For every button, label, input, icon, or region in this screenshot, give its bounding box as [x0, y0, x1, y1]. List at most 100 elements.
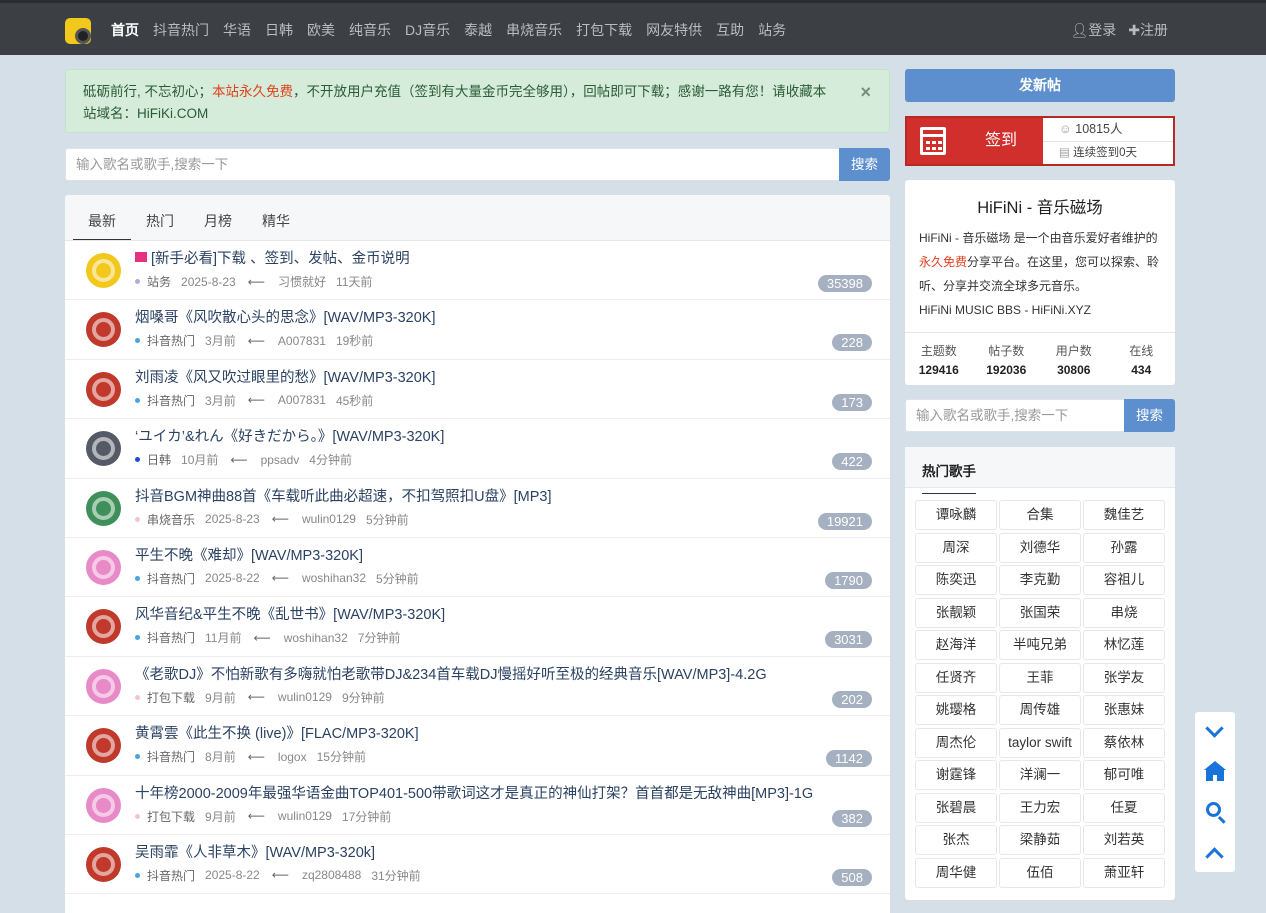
login-link[interactable]: 👤︎登录	[1070, 20, 1116, 40]
singer-tag[interactable]: 张杰	[915, 825, 997, 855]
nav-item[interactable]: 首页	[111, 20, 139, 40]
singer-tag[interactable]: 半吨兄弟	[999, 630, 1081, 660]
search-input[interactable]: 输入歌名或歌手,搜索一下	[65, 148, 839, 181]
thread-row[interactable]: 平生不晚《难却》[WAV/MP3-320K] 抖音热门 2025-8-22 ⟵ wosh…	[65, 538, 890, 598]
singer-tag[interactable]: 任夏	[1083, 792, 1165, 823]
singer-tag[interactable]: 梁静茹	[999, 825, 1081, 855]
nav-item[interactable]: 网友特供	[646, 20, 702, 40]
avatar[interactable]	[86, 253, 121, 288]
thread-category[interactable]: 抖音热门	[147, 570, 195, 587]
signin-box[interactable]: 签到 ☺ 10815人 ▤ 连续签到0天	[905, 116, 1175, 166]
singer-tag[interactable]: 合集	[999, 500, 1081, 530]
last-reply-user[interactable]: zq2808488	[302, 868, 361, 882]
tab-3[interactable]: 精华	[247, 195, 305, 240]
thread-row[interactable]: 黄霄雲《此生不换 (live)》[FLAC/MP3-320K] 抖音热门 8月前 ⟵ l…	[65, 716, 890, 776]
singer-tag[interactable]: 张国荣	[999, 597, 1081, 628]
search-float-button[interactable]	[1195, 792, 1235, 832]
thread-title-text[interactable]: 吴雨霏《人非草木》[WAV/MP3-320k]	[135, 845, 375, 861]
thread-row[interactable]: [新手必看]下载 、签到、发帖、金币说明 站务 2025-8-23 ⟵ 习惯就好 11天前…	[65, 241, 890, 301]
singer-tag[interactable]: 王力宏	[999, 792, 1081, 823]
thread-title[interactable]: 抖音BGM神曲88首《车载听此曲必超速，不扣驾照扣U盘》[MP3]	[135, 485, 552, 506]
tab-1[interactable]: 热门	[131, 195, 189, 240]
thread-row[interactable]: 《老歌DJ》不怕新歌有多嗨就怕老歌带DJ&234首车载DJ慢摇好听至极的经典音乐…	[65, 657, 890, 717]
singer-tag[interactable]: 周传雄	[999, 695, 1081, 725]
singer-tag[interactable]: 张惠妹	[1083, 695, 1165, 725]
thread-title-text[interactable]: 烟嗓哥《风吹散心头的思念》[WAV/MP3-320K]	[135, 310, 436, 326]
nav-item[interactable]: 日韩	[265, 20, 293, 40]
last-reply-user[interactable]: logox	[278, 750, 307, 764]
singer-tag[interactable]: 谭咏麟	[915, 500, 997, 530]
thread-title-text[interactable]: 十年榜2000-2009年最强华语金曲TOP401-500带歌词这才是真正的神仙…	[135, 786, 813, 802]
nav-item[interactable]: DJ音乐	[405, 20, 450, 40]
thread-category[interactable]: 抖音热门	[147, 629, 195, 646]
singer-tag[interactable]: 赵海洋	[915, 630, 997, 660]
close-icon[interactable]: ×	[860, 81, 871, 103]
last-reply-user[interactable]: A007831	[278, 393, 326, 407]
singer-tag[interactable]: 任贤齐	[915, 662, 997, 693]
singer-tag[interactable]: 陈奕迅	[915, 565, 997, 595]
singer-tag[interactable]: 周华健	[915, 857, 997, 888]
singer-tag[interactable]: 串烧	[1083, 597, 1165, 628]
thread-title[interactable]: 刘雨凌《风又吹过眼里的愁》[WAV/MP3-320K]	[135, 366, 436, 387]
thread-category[interactable]: 打包下载	[147, 808, 195, 825]
register-link[interactable]: ✚注册	[1128, 20, 1168, 40]
nav-item[interactable]: 泰越	[464, 20, 492, 40]
nav-item[interactable]: 抖音热门	[153, 20, 209, 40]
singer-tag[interactable]: 刘德华	[999, 532, 1081, 563]
singer-tag[interactable]: 姚璎格	[915, 695, 997, 725]
singer-tag[interactable]: 林忆莲	[1083, 630, 1165, 660]
avatar[interactable]	[86, 728, 121, 764]
avatar[interactable]	[86, 668, 121, 704]
site-logo[interactable]	[65, 18, 91, 44]
signin-label[interactable]: 签到	[959, 118, 1043, 164]
thread-title-text[interactable]: 黄霄雲《此生不换 (live)》[FLAC/MP3-320K]	[135, 726, 419, 742]
singer-tag[interactable]: 张碧晨	[915, 792, 997, 823]
thread-row[interactable]: 吴雨霏《人非草木》[WAV/MP3-320k] 抖音热门 2025-8-22 ⟵ zq2…	[65, 835, 890, 895]
last-reply-user[interactable]: wulin0129	[302, 512, 356, 526]
sidebar-search-input[interactable]: 输入歌名或歌手,搜索一下	[905, 399, 1124, 432]
singer-tag[interactable]: 周深	[915, 532, 997, 563]
new-post-button[interactable]: 发新帖	[905, 69, 1175, 102]
singer-tag[interactable]: 蔡依林	[1083, 727, 1165, 758]
singer-tag[interactable]: 张靓颖	[915, 597, 997, 628]
avatar[interactable]	[86, 787, 121, 823]
singer-tag[interactable]: 萧亚轩	[1083, 857, 1165, 888]
avatar[interactable]	[86, 609, 121, 645]
last-reply-user[interactable]: wulin0129	[278, 690, 332, 704]
thread-title[interactable]: ‘ユイカ’&れん《好きだから。》[WAV/MP3-320K]	[135, 425, 444, 446]
thread-row[interactable]: ‘ユイカ’&れん《好きだから。》[WAV/MP3-320K] 日韩 10月前 ⟵ pps…	[65, 419, 890, 479]
singer-tag[interactable]: 谢霆锋	[915, 760, 997, 790]
nav-item[interactable]: 互助	[716, 20, 744, 40]
singer-tag[interactable]: 孙露	[1083, 532, 1165, 563]
home-button[interactable]	[1195, 752, 1235, 792]
nav-item[interactable]: 欧美	[307, 20, 335, 40]
scroll-top-button[interactable]	[1195, 832, 1235, 872]
thread-category[interactable]: 串烧音乐	[147, 511, 195, 528]
avatar[interactable]	[86, 490, 121, 526]
avatar[interactable]	[86, 312, 121, 348]
avatar[interactable]	[86, 549, 121, 585]
singer-tag[interactable]: 伍佰	[999, 857, 1081, 888]
thread-title[interactable]: [新手必看]下载 、签到、发帖、金币说明	[135, 247, 410, 268]
avatar[interactable]	[86, 431, 121, 467]
last-reply-user[interactable]: wulin0129	[278, 809, 332, 823]
last-reply-user[interactable]: 习惯就好	[278, 273, 326, 290]
thread-title[interactable]: 风华音纪&平生不晚《乱世书》[WAV/MP3-320K]	[135, 603, 445, 624]
thread-row[interactable]: 十年榜2000-2009年最强华语金曲TOP401-500带歌词这才是真正的神仙…	[65, 776, 890, 835]
thread-category[interactable]: 站务	[147, 273, 171, 290]
last-reply-user[interactable]: woshihan32	[302, 571, 366, 585]
singer-tag[interactable]: 王菲	[999, 662, 1081, 693]
thread-category[interactable]: 抖音热门	[147, 332, 195, 349]
singer-tag[interactable]: 魏佳艺	[1083, 500, 1165, 530]
avatar[interactable]	[86, 846, 121, 882]
singer-tag[interactable]: 周杰伦	[915, 727, 997, 758]
sidebar-search-button[interactable]: 搜索	[1124, 399, 1175, 432]
thread-category[interactable]: 抖音热门	[147, 867, 195, 884]
thread-row[interactable]: 抖音BGM神曲88首《车载听此曲必超速，不扣驾照扣U盘》[MP3] 串烧音乐 202…	[65, 479, 890, 538]
thread-title[interactable]: 《老歌DJ》不怕新歌有多嗨就怕老歌带DJ&234首车载DJ慢摇好听至极的经典音乐…	[135, 663, 767, 684]
nav-item[interactable]: 华语	[223, 20, 251, 40]
thread-title[interactable]: 吴雨霏《人非草木》[WAV/MP3-320k]	[135, 841, 375, 862]
last-reply-user[interactable]: A007831	[278, 334, 326, 348]
singer-tag[interactable]: taylor swift	[999, 727, 1081, 758]
singer-tag[interactable]: 张学友	[1083, 662, 1165, 693]
